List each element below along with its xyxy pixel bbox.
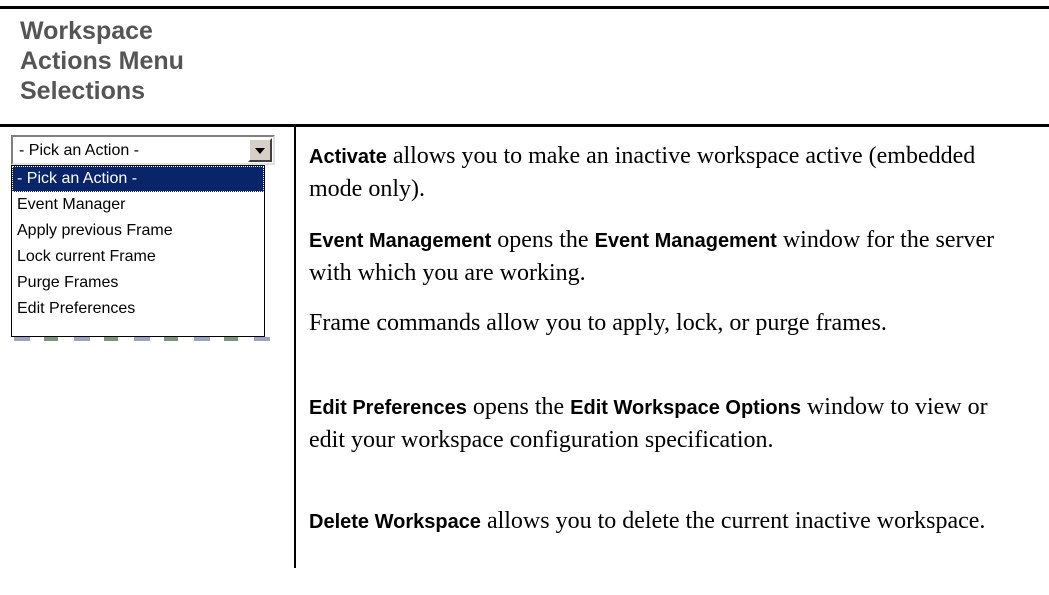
top-rule bbox=[0, 6, 1049, 9]
option-event-manager[interactable]: Event Manager bbox=[12, 192, 264, 218]
delete-workspace-term: Delete Workspace bbox=[309, 511, 481, 533]
event-management-window-name: Event Management bbox=[594, 230, 777, 252]
edit-preferences-term: Edit Preferences bbox=[309, 397, 467, 419]
page-title: Workspace Actions Menu Selections bbox=[20, 16, 184, 106]
delete-workspace-text: allows you to delete the current inactiv… bbox=[480, 508, 986, 534]
activate-description: Activate allows you to make an inactive … bbox=[309, 140, 1029, 205]
frame-commands-description: Frame commands allow you to apply, lock,… bbox=[309, 307, 1029, 339]
header-rule bbox=[0, 124, 1049, 127]
activate-term: Activate bbox=[309, 146, 387, 168]
column-divider bbox=[294, 127, 296, 568]
chevron-down-icon bbox=[255, 148, 265, 154]
event-management-description: Event Management opens the Event Managem… bbox=[309, 224, 1029, 289]
edit-workspace-options-window-name: Edit Workspace Options bbox=[570, 397, 801, 419]
toolbar-peek-behind-list bbox=[14, 337, 270, 341]
action-select[interactable]: - Pick an Action - bbox=[11, 135, 275, 165]
action-dropdown-list: - Pick an Action - Event Manager Apply p… bbox=[11, 165, 265, 337]
action-select-value: - Pick an Action - bbox=[19, 142, 140, 159]
edit-preferences-text-1: opens the bbox=[466, 394, 571, 420]
title-line-2: Actions Menu bbox=[20, 47, 184, 75]
delete-workspace-description: Delete Workspace allows you to delete th… bbox=[309, 505, 1029, 538]
event-management-text-1: opens the bbox=[491, 227, 595, 253]
activate-text: allows you to make an inactive workspace… bbox=[309, 143, 976, 202]
option-pick-an-action[interactable]: - Pick an Action - bbox=[12, 166, 264, 192]
option-lock-current-frame[interactable]: Lock current Frame bbox=[12, 244, 264, 270]
option-apply-previous-frame[interactable]: Apply previous Frame bbox=[12, 218, 264, 244]
option-purge-frames[interactable]: Purge Frames bbox=[12, 270, 264, 296]
title-line-3: Selections bbox=[20, 77, 146, 105]
edit-preferences-description: Edit Preferences opens the Edit Workspac… bbox=[309, 391, 1029, 456]
frame-commands-text: Frame commands allow you to apply, lock,… bbox=[309, 310, 887, 336]
option-edit-preferences[interactable]: Edit Preferences bbox=[12, 296, 264, 322]
dropdown-toggle-button[interactable] bbox=[248, 138, 272, 162]
event-management-term: Event Management bbox=[309, 230, 492, 252]
title-line-1: Workspace bbox=[20, 17, 153, 45]
